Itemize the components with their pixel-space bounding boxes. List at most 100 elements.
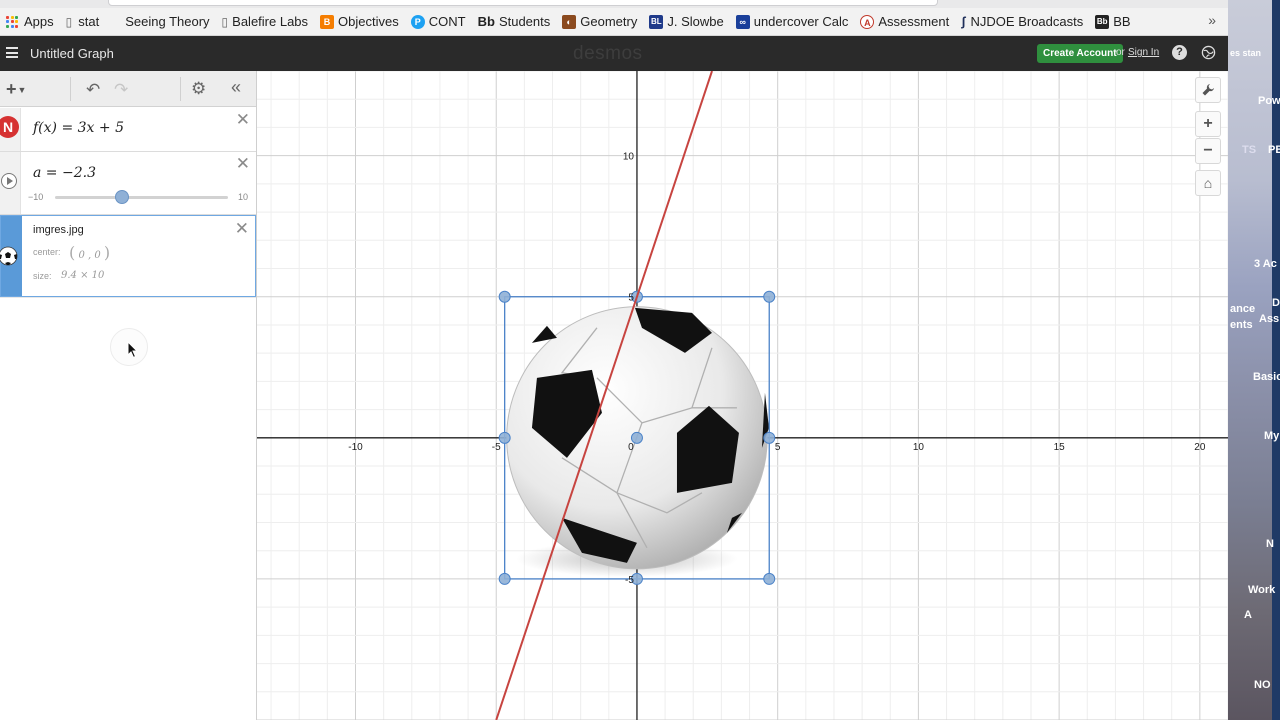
toolbar-divider — [180, 77, 181, 101]
peek-text: ance — [1230, 303, 1256, 315]
image-name[interactable]: imgres.jpg — [33, 224, 84, 236]
close-icon[interactable]: ✕ — [235, 219, 249, 239]
slider-handle[interactable] — [114, 190, 129, 204]
infinity-icon: ∞ — [735, 14, 750, 29]
bookmark-label: CONT — [428, 14, 466, 29]
add-label: + — [6, 79, 17, 99]
expression-slider[interactable]: a = −2.3 ✕ −10 10 — [0, 152, 256, 215]
bookmark-label: undercover Calc — [753, 14, 849, 29]
slider-track[interactable] — [55, 196, 228, 199]
peek-text: es stan — [1230, 48, 1262, 58]
peek-text: 3 Ac — [1254, 258, 1277, 270]
bookmark-bb[interactable]: Bb BB — [1095, 14, 1131, 29]
image-resize-handle[interactable] — [498, 290, 511, 303]
expression-image[interactable]: imgres.jpg center: ( 0 , 0 ) size: 9.4 ×… — [0, 215, 256, 297]
expression-toolbar: +▼ ↶ ↷ ⚙ « — [0, 71, 256, 107]
bl-icon: BL — [649, 14, 664, 29]
mouse-pointer-icon — [127, 341, 139, 359]
x-tick-label: 0 — [628, 442, 634, 453]
page-icon: ▯ — [221, 14, 229, 29]
image-size-value[interactable]: 9.4 × 10 — [61, 270, 104, 281]
bookmark-students[interactable]: Bb Students — [478, 14, 551, 29]
peek-text: A — [1244, 609, 1252, 621]
image-resize-handle[interactable] — [498, 431, 511, 444]
peek-text: Ass — [1259, 313, 1280, 325]
add-item-button[interactable]: +▼ — [6, 80, 26, 99]
help-icon[interactable]: ? — [1172, 45, 1187, 60]
slider-max-label[interactable]: 10 — [238, 192, 248, 202]
x-tick-label: 5 — [775, 442, 781, 453]
bookmark-label: stat — [78, 14, 100, 29]
image-center-text: 0 , 0 — [78, 250, 101, 261]
image-resize-handle[interactable] — [763, 431, 776, 444]
bb-icon: Bb — [477, 14, 495, 29]
create-account-button[interactable]: Create Account — [1037, 44, 1123, 63]
peek-text: TS — [1242, 144, 1257, 156]
gear-icon[interactable]: ⚙ — [191, 79, 206, 99]
close-icon[interactable]: ✕ — [236, 110, 250, 130]
bookmark-objectives[interactable]: B Objectives — [320, 14, 399, 29]
peek-text: Basic — [1253, 371, 1280, 383]
undo-icon[interactable]: ↶ — [86, 80, 100, 100]
home-icon[interactable]: ⌂ — [1195, 170, 1221, 196]
expression-panel: +▼ ↶ ↷ ⚙ « N f(x) = 3x + 5 ✕ a = −2.3 ✕ … — [0, 71, 257, 720]
slider-expression[interactable]: a = −2.3 — [33, 165, 96, 181]
bookmarks-bar: Apps ▯ stat Seeing Theory ▯ Balefire Lab… — [0, 8, 1228, 36]
bookmarks-overflow-button[interactable]: » — [1208, 12, 1216, 28]
bookmark-stat[interactable]: ▯ stat — [66, 14, 100, 29]
bookmark-geometry[interactable]: ◐ Geometry — [562, 14, 637, 29]
hamburger-icon[interactable] — [6, 47, 18, 58]
x-tick-label: -10 — [348, 442, 363, 453]
bookmark-seeing-theory[interactable]: Seeing Theory — [125, 14, 209, 29]
bookmark-label: Balefire Labs — [232, 14, 309, 29]
image-resize-handle[interactable] — [498, 572, 511, 585]
bookmark-balefire-labs[interactable]: ▯ Balefire Labs — [222, 14, 309, 29]
expression-function[interactable]: N f(x) = 3x + 5 ✕ — [0, 108, 256, 152]
url-field[interactable] — [108, 0, 938, 6]
globe-icon[interactable] — [1201, 45, 1216, 60]
graph-canvas[interactable]: -10 -5 0 5 10 15 20 10 5 -5 — [257, 71, 1228, 720]
zoom-out-icon[interactable]: − — [1195, 138, 1221, 164]
empty-expression[interactable] — [0, 297, 256, 298]
bookmark-label: Objectives — [338, 14, 399, 29]
function-latex[interactable]: f(x) = 3x + 5 — [33, 120, 124, 136]
bookmark-njdoe-broadcasts[interactable]: ʃ NJDOE Broadcasts — [961, 14, 1083, 29]
bookmark-j-slowbe[interactable]: BL J. Slowbe — [649, 14, 724, 29]
redo-icon[interactable]: ↷ — [114, 80, 128, 100]
soccer-ball-icon — [0, 246, 18, 266]
image-resize-handle[interactable] — [763, 572, 776, 585]
geometry-icon: ◐ — [562, 14, 577, 29]
peek-text: Work — [1248, 584, 1276, 596]
slider-min-label[interactable]: −10 — [28, 192, 43, 202]
paren-open-icon: ( — [69, 243, 76, 262]
close-icon[interactable]: ✕ — [236, 154, 250, 174]
bookmark-apps[interactable]: Apps — [6, 14, 54, 29]
play-icon[interactable] — [1, 173, 17, 189]
bookmark-undercover-calc[interactable]: ∞ undercover Calc — [735, 14, 849, 29]
bookmark-label: Assessment — [878, 14, 950, 29]
bookmark-label: Geometry — [580, 14, 638, 29]
collapse-panel-button[interactable]: « — [231, 77, 241, 98]
peek-text: NO — [1254, 679, 1271, 691]
peek-text: PB — [1268, 144, 1280, 156]
bookmark-label: NJDOE Broadcasts — [970, 14, 1084, 29]
sign-in-link[interactable]: Sign In — [1128, 47, 1159, 58]
image-center-value[interactable]: ( 0 , 0 ) — [69, 243, 110, 262]
peek-text: N — [1266, 538, 1274, 550]
image-resize-handle[interactable] — [763, 290, 776, 303]
wrench-glyph — [1202, 84, 1214, 96]
graph-title[interactable]: Untitled Graph — [30, 46, 114, 61]
background-window-strip — [1272, 0, 1280, 720]
desmos-logo: desmos — [573, 43, 643, 64]
peek-text: ents — [1230, 319, 1253, 331]
page-icon: ▯ — [65, 14, 73, 29]
or-text: or — [1116, 47, 1125, 58]
bookmark-assessment[interactable]: A Assessment — [860, 14, 949, 29]
bookmark-cont[interactable]: P CONT — [410, 14, 466, 29]
bookmark-label: BB — [1113, 14, 1131, 29]
apps-grid-icon — [6, 15, 18, 28]
graph-svg[interactable]: -10 -5 0 5 10 15 20 10 5 -5 — [257, 71, 1228, 720]
wrench-icon[interactable] — [1195, 77, 1221, 103]
zoom-in-icon[interactable]: + — [1195, 111, 1221, 137]
browser-url-bar — [0, 0, 1280, 8]
